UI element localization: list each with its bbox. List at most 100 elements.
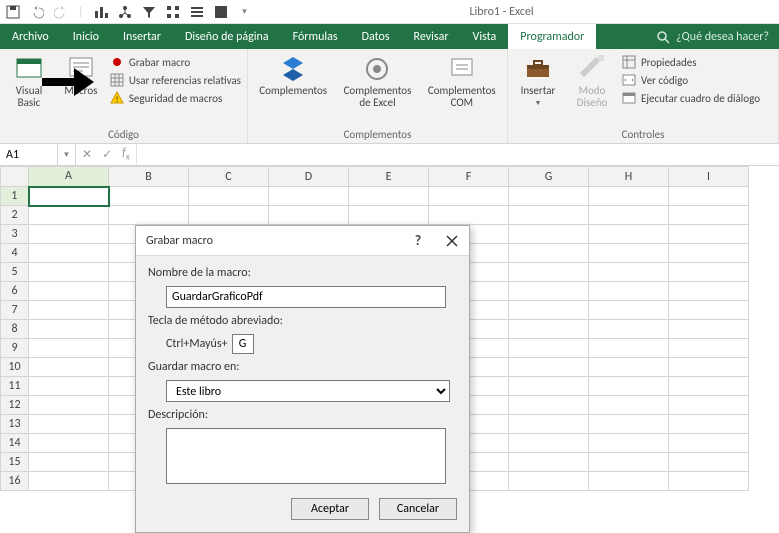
row-header[interactable]: 4 [1, 244, 29, 263]
cell[interactable] [269, 206, 349, 225]
column-header[interactable]: G [509, 167, 589, 187]
complementos-button[interactable]: Complementos [254, 53, 332, 97]
store-select[interactable]: Este libro [166, 380, 450, 402]
ver-codigo-button[interactable]: Ver código [622, 73, 760, 87]
cell[interactable] [589, 434, 669, 453]
cell[interactable] [589, 339, 669, 358]
cell[interactable] [589, 358, 669, 377]
cell[interactable] [109, 187, 189, 206]
chart-bar-icon[interactable] [94, 5, 108, 19]
ok-button[interactable]: Aceptar [291, 498, 369, 520]
cell[interactable] [29, 472, 109, 491]
cell[interactable] [509, 453, 589, 472]
cell[interactable] [669, 339, 749, 358]
cell[interactable] [429, 187, 509, 206]
cell[interactable] [669, 453, 749, 472]
cell[interactable] [669, 301, 749, 320]
cell[interactable] [669, 415, 749, 434]
row-header[interactable]: 12 [1, 396, 29, 415]
cell[interactable] [189, 206, 269, 225]
row-header[interactable]: 10 [1, 358, 29, 377]
cell[interactable] [669, 472, 749, 491]
cell[interactable] [589, 206, 669, 225]
column-header[interactable]: A [29, 167, 109, 187]
cell[interactable] [589, 415, 669, 434]
cell[interactable] [509, 225, 589, 244]
column-header[interactable]: I [669, 167, 749, 187]
cell[interactable] [29, 244, 109, 263]
shortcut-key-input[interactable] [232, 334, 254, 354]
propiedades-button[interactable]: Propiedades [622, 55, 760, 69]
tab-diseno[interactable]: Diseño de página [173, 24, 281, 49]
formula-input[interactable] [137, 144, 779, 165]
filter-icon[interactable] [142, 5, 156, 19]
cell[interactable] [29, 225, 109, 244]
undo-icon[interactable] [30, 5, 44, 19]
cell[interactable] [29, 434, 109, 453]
row-header[interactable]: 5 [1, 263, 29, 282]
hierarchy-icon[interactable] [118, 5, 132, 19]
complementos-excel-button[interactable]: Complementos de Excel [338, 53, 416, 109]
cell[interactable] [509, 339, 589, 358]
cell[interactable] [669, 396, 749, 415]
cell[interactable] [589, 244, 669, 263]
tab-vista[interactable]: Vista [461, 24, 509, 49]
macro-name-input[interactable] [166, 286, 446, 308]
fill-icon[interactable] [214, 5, 228, 19]
name-box[interactable]: A1 [0, 144, 58, 165]
cell[interactable] [509, 206, 589, 225]
cell[interactable] [29, 453, 109, 472]
column-header[interactable]: C [189, 167, 269, 187]
referencias-relativas-button[interactable]: Usar referencias relativas [110, 73, 241, 87]
tab-file[interactable]: Archivo [0, 24, 61, 49]
cell[interactable] [669, 244, 749, 263]
cell[interactable] [589, 225, 669, 244]
cell[interactable] [509, 282, 589, 301]
cell[interactable] [669, 282, 749, 301]
grabar-macro-button[interactable]: Grabar macro [110, 55, 241, 69]
fx-icon[interactable]: fx [122, 146, 130, 162]
insertar-control-button[interactable]: Insertar ▼ [514, 53, 562, 107]
cell[interactable] [589, 263, 669, 282]
tab-insertar[interactable]: Insertar [111, 24, 173, 49]
list-icon[interactable] [190, 5, 204, 19]
row-header[interactable]: 2 [1, 206, 29, 225]
cell[interactable] [29, 415, 109, 434]
cell[interactable] [669, 187, 749, 206]
cell[interactable] [589, 472, 669, 491]
cell[interactable] [669, 225, 749, 244]
cell[interactable] [509, 187, 589, 206]
cell[interactable] [589, 282, 669, 301]
cell[interactable] [29, 320, 109, 339]
cell[interactable] [29, 301, 109, 320]
close-button[interactable] [435, 226, 469, 256]
cell[interactable] [669, 263, 749, 282]
name-box-dropdown[interactable]: ▼ [58, 144, 76, 165]
cell[interactable] [509, 415, 589, 434]
cell[interactable] [509, 377, 589, 396]
cell[interactable] [349, 206, 429, 225]
tab-datos[interactable]: Datos [350, 24, 402, 49]
seguridad-macros-button[interactable]: ! Seguridad de macros [110, 91, 241, 105]
tell-me-search[interactable]: ¿Qué desea hacer? [646, 24, 779, 49]
row-header[interactable]: 13 [1, 415, 29, 434]
cell[interactable] [669, 434, 749, 453]
cell[interactable] [29, 339, 109, 358]
cell[interactable] [669, 377, 749, 396]
accept-formula-icon[interactable]: ✓ [102, 147, 112, 162]
complementos-com-button[interactable]: Complementos COM [423, 53, 501, 109]
cell[interactable] [349, 187, 429, 206]
cell[interactable] [669, 358, 749, 377]
cell[interactable] [669, 206, 749, 225]
save-icon[interactable] [6, 5, 20, 19]
column-header[interactable]: B [109, 167, 189, 187]
ejecutar-dialogo-button[interactable]: Ejecutar cuadro de diálogo [622, 91, 760, 105]
cell[interactable] [509, 396, 589, 415]
cell[interactable] [29, 282, 109, 301]
tab-programador[interactable]: Programador [508, 24, 596, 49]
cell[interactable] [109, 206, 189, 225]
cell[interactable] [29, 206, 109, 225]
cancel-formula-icon[interactable]: ✕ [82, 147, 92, 162]
select-all-corner[interactable] [1, 167, 29, 187]
cell[interactable] [509, 244, 589, 263]
